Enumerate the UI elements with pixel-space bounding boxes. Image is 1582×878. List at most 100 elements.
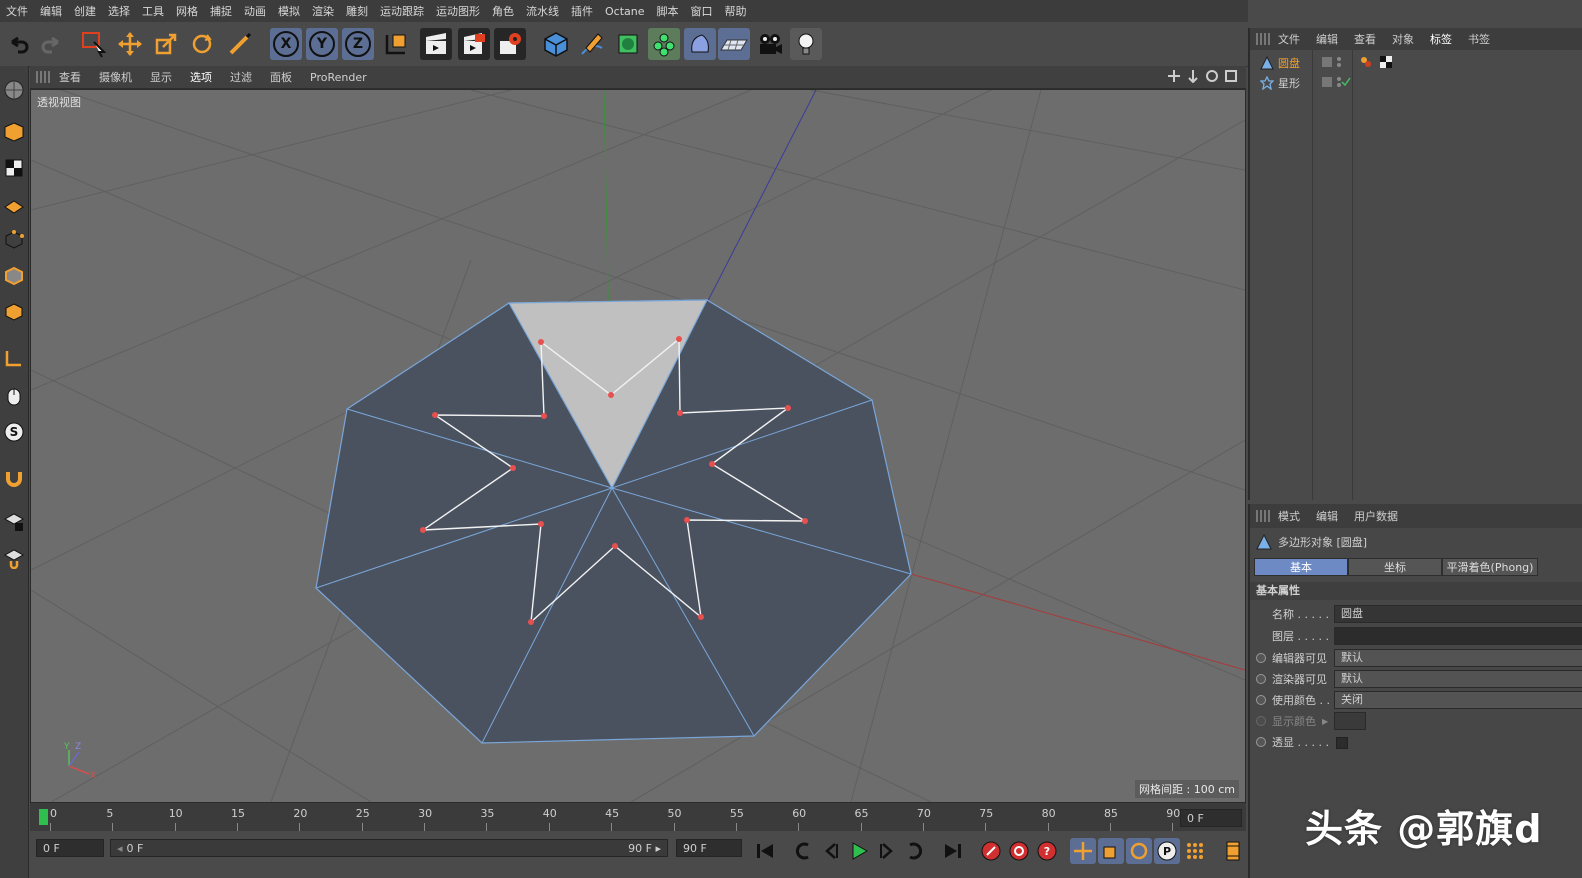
menu-item-4[interactable]: 工具 — [136, 3, 170, 19]
preview-range-slider[interactable]: ◂ 0 F 90 F ▸ — [110, 839, 668, 857]
prop-use-color-select[interactable]: 关闭 — [1334, 691, 1582, 709]
om-menu-bookmarks[interactable]: 书签 — [1460, 31, 1498, 47]
next-key-button[interactable] — [902, 838, 928, 864]
zoom-icon[interactable] — [1186, 69, 1200, 83]
z-axis-lock-button[interactable]: Z — [342, 28, 374, 60]
x-axis-lock-button[interactable]: X — [270, 28, 302, 60]
key-parameter-button[interactable]: P — [1154, 838, 1180, 864]
add-camera-button[interactable] — [754, 28, 786, 60]
prev-frame-button[interactable] — [818, 838, 844, 864]
snap-button[interactable] — [1, 464, 26, 492]
am-menu-edit[interactable]: 编辑 — [1308, 508, 1346, 524]
menu-item-1[interactable]: 编辑 — [34, 3, 68, 19]
orbit-icon[interactable] — [1205, 69, 1219, 83]
add-floor-button[interactable] — [718, 28, 750, 60]
add-spline-pen-button[interactable] — [576, 28, 608, 60]
am-menu-mode[interactable]: 模式 — [1270, 508, 1308, 524]
menu-item-5[interactable]: 网格 — [170, 3, 204, 19]
polygons-mode-button[interactable] — [1, 298, 26, 326]
disc-polygon[interactable] — [315, 299, 912, 744]
viewport-menu-options[interactable]: 选项 — [181, 69, 221, 85]
workplane-mode-button[interactable] — [1, 190, 26, 218]
menu-item-0[interactable]: 文件 — [0, 3, 34, 19]
object-row-star[interactable]: 星形 — [1260, 74, 1351, 92]
add-subdivision-button[interactable] — [612, 28, 644, 60]
om-menu-edit[interactable]: 编辑 — [1308, 31, 1346, 47]
tab-phong[interactable]: 平滑着色(Phong) — [1442, 558, 1538, 576]
scale-tool-button[interactable] — [150, 28, 182, 60]
animate-radio-icon[interactable] — [1256, 674, 1266, 684]
brush-tool-button[interactable] — [224, 28, 256, 60]
menu-item-10[interactable]: 雕刻 — [340, 3, 374, 19]
grid-snap-button[interactable] — [1, 544, 26, 572]
om-menu-file[interactable]: 文件 — [1270, 31, 1308, 47]
current-frame-field[interactable]: 0 F — [1180, 809, 1242, 827]
prop-layer-field[interactable] — [1334, 627, 1582, 645]
start-frame-field[interactable]: 0 F — [36, 839, 104, 857]
menu-item-8[interactable]: 模拟 — [272, 3, 306, 19]
menu-item-17[interactable]: 脚本 — [651, 3, 685, 19]
menu-item-13[interactable]: 角色 — [486, 3, 520, 19]
playhead[interactable] — [39, 809, 48, 825]
viewport-menu-view[interactable]: 查看 — [50, 69, 90, 85]
y-axis-lock-button[interactable]: Y — [306, 28, 338, 60]
menu-item-7[interactable]: 动画 — [238, 3, 272, 19]
make-editable-button[interactable] — [1, 76, 26, 104]
add-mograph-cloner-button[interactable] — [648, 28, 680, 60]
key-rotation-button[interactable] — [1126, 838, 1152, 864]
viewport-menu-filter[interactable]: 过滤 — [221, 69, 261, 85]
viewport-menu-panel[interactable]: 面板 — [261, 69, 301, 85]
timeline-window-button[interactable] — [1220, 838, 1246, 864]
viewport-menu-prorender[interactable]: ProRender — [301, 71, 376, 84]
play-button[interactable] — [846, 838, 872, 864]
drag-handle-icon[interactable] — [36, 71, 50, 83]
autokey-button[interactable] — [1006, 838, 1032, 864]
tab-coordinates[interactable]: 坐标 — [1348, 558, 1442, 576]
visibility-toggle-icon[interactable] — [1322, 76, 1352, 91]
menu-item-15[interactable]: 插件 — [565, 3, 599, 19]
menu-item-9[interactable]: 渲染 — [306, 3, 340, 19]
om-menu-tags[interactable]: 标签 — [1422, 31, 1460, 47]
timeline-ruler[interactable]: 0 5 10 15 20 25 30 35 40 45 50 55 60 65 70 75 80 85 90 0 F — [30, 803, 1246, 831]
render-settings-button[interactable] — [494, 28, 526, 60]
key-point-level-button[interactable] — [1182, 838, 1208, 864]
add-light-button[interactable] — [790, 28, 822, 60]
axis-mode-button[interactable] — [1, 344, 26, 372]
menu-item-11[interactable]: 运动跟踪 — [374, 3, 430, 19]
redo-button[interactable] — [36, 28, 68, 60]
menu-item-12[interactable]: 运动图形 — [430, 3, 486, 19]
texture-mode-button[interactable] — [1, 154, 26, 182]
animate-radio-icon[interactable] — [1256, 737, 1266, 747]
maximize-view-icon[interactable] — [1224, 69, 1238, 83]
coordinate-system-button[interactable] — [380, 28, 412, 60]
record-active-objects-button[interactable] — [978, 838, 1004, 864]
om-menu-objects[interactable]: 对象 — [1384, 31, 1422, 47]
add-cube-button[interactable] — [540, 28, 572, 60]
xray-checkbox[interactable] — [1336, 737, 1348, 749]
am-menu-userdata[interactable]: 用户数据 — [1346, 508, 1406, 524]
tweak-mode-button[interactable] — [1, 382, 26, 410]
next-frame-button[interactable] — [874, 838, 900, 864]
key-scale-button[interactable] — [1098, 838, 1124, 864]
goto-start-button[interactable] — [752, 838, 778, 864]
add-deformer-button[interactable] — [684, 28, 716, 60]
live-selection-button[interactable] — [78, 28, 110, 60]
menu-item-6[interactable]: 捕捉 — [204, 3, 238, 19]
end-frame-field[interactable]: 90 F — [676, 839, 742, 857]
animate-radio-icon[interactable] — [1256, 653, 1266, 663]
menu-item-16[interactable]: Octane — [599, 5, 651, 18]
drag-handle-icon[interactable] — [1256, 510, 1270, 522]
pan-icon[interactable] — [1167, 69, 1181, 83]
edges-mode-button[interactable] — [1, 262, 26, 290]
viewport-menu-cameras[interactable]: 摄像机 — [90, 69, 141, 85]
menu-item-3[interactable]: 选择 — [102, 3, 136, 19]
menu-item-18[interactable]: 窗口 — [685, 3, 719, 19]
visibility-toggle-icon[interactable] — [1322, 56, 1346, 71]
key-position-button[interactable] — [1070, 838, 1096, 864]
om-menu-view[interactable]: 查看 — [1346, 31, 1384, 47]
undo-button[interactable] — [2, 28, 34, 60]
render-view-button[interactable] — [420, 28, 452, 60]
prop-render-visible-select[interactable]: 默认 — [1334, 670, 1582, 688]
move-tool-button[interactable] — [114, 28, 146, 60]
tab-basic[interactable]: 基本 — [1254, 558, 1348, 576]
